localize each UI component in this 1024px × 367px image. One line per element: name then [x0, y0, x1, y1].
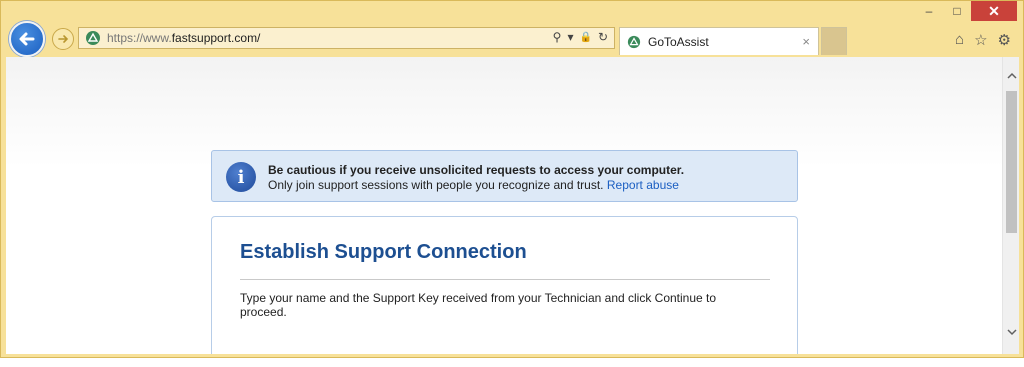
chevron-up-icon [1006, 72, 1017, 79]
arrow-right-icon [58, 35, 69, 43]
url-domain: fastsupport.com/ [171, 31, 261, 45]
instructions-text: Type your name and the Support Key recei… [240, 291, 717, 319]
maximize-button[interactable]: □ [943, 1, 971, 21]
info-icon: i [226, 162, 256, 192]
home-icon[interactable]: ⌂ [955, 31, 964, 49]
address-bar[interactable]: https://www.fastsupport.com/ ⚲ ▾ 🔒 ↻ [78, 27, 615, 49]
page-viewport: i Be cautious if you receive unsolicited… [6, 57, 1019, 354]
notice-body-text: Only join support sessions with people y… [268, 178, 604, 192]
url-text[interactable]: https://www.fastsupport.com/ [107, 31, 260, 45]
arrow-left-icon [19, 32, 35, 46]
url-host: https://www. [107, 31, 172, 45]
tab-title: GoToAssist [648, 34, 709, 49]
site-favicon-icon [84, 29, 102, 47]
vertical-scrollbar[interactable] [1002, 57, 1019, 354]
support-connection-card: Establish Support Connection Type your n… [211, 216, 798, 354]
browser-window: – □ ✕ https://www.fastsupport.com/ ⚲ ▾ 🔒… [0, 0, 1024, 358]
new-tab-button[interactable] [821, 27, 847, 55]
chevron-down-icon [1006, 328, 1017, 335]
close-tab-icon[interactable]: × [802, 34, 810, 49]
scroll-thumb[interactable] [1006, 91, 1017, 233]
search-icon[interactable]: ⚲ [553, 30, 562, 44]
close-window-button[interactable]: ✕ [971, 1, 1017, 21]
forward-button[interactable] [52, 28, 74, 50]
gear-icon[interactable]: ⚙ [998, 31, 1011, 49]
back-button[interactable] [9, 21, 45, 57]
minimize-button[interactable]: – [915, 1, 943, 21]
address-tools: ⚲ ▾ 🔒 ↻ [553, 30, 608, 44]
refresh-icon[interactable]: ↻ [598, 30, 608, 44]
chevron-down-icon[interactable]: ▾ [567, 30, 573, 44]
window-controls: – □ ✕ [915, 1, 1017, 23]
scroll-down-button[interactable] [1003, 323, 1019, 340]
report-abuse-link[interactable]: Report abuse [607, 178, 679, 192]
divider [240, 279, 770, 280]
scroll-up-button[interactable] [1003, 67, 1019, 84]
browser-chrome: – □ ✕ https://www.fastsupport.com/ ⚲ ▾ 🔒… [1, 1, 1024, 57]
star-icon[interactable]: ☆ [974, 31, 987, 49]
tab-gotoassist[interactable]: GoToAssist × [619, 27, 819, 55]
lock-icon[interactable]: 🔒 [579, 32, 591, 43]
page-title: Establish Support Connection [240, 241, 527, 263]
notice-body: Only join support sessions with people y… [268, 178, 679, 192]
tab-favicon-icon [626, 34, 642, 50]
caution-notice: i Be cautious if you receive unsolicited… [211, 150, 798, 202]
notice-headline: Be cautious if you receive unsolicited r… [268, 163, 685, 177]
browser-right-icons: ⌂ ☆ ⚙ [955, 31, 1011, 49]
